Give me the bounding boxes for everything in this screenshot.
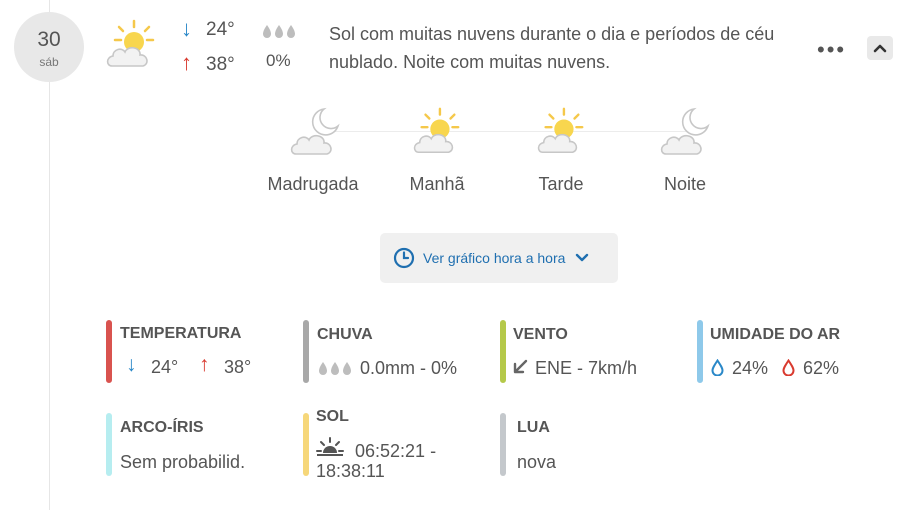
rain-title: CHUVA [317,326,373,343]
wind-title: VENTO [513,326,568,343]
period-label-madrugada: Madrugada [267,174,359,194]
sun-title: SOL [316,408,349,425]
moon-value: nova [517,452,557,472]
sun-cloud-icon [106,19,155,67]
hourly-chart-button[interactable]: Ver gráfico hora a hora [380,233,618,283]
chevron-up-icon [873,44,887,53]
humidity-min-drop-icon [711,359,724,376]
moon-cloud-icon [290,107,340,155]
arrow-up-icon: ↑ [181,50,192,75]
rain-value: 0.0mm - 0% [360,358,458,378]
wind-direction-icon [513,359,528,374]
sun-times-line2: 18:38:11 [316,461,385,481]
rainbow-title: ARCO-ÍRIS [120,419,204,436]
date-number: 30 [37,28,61,51]
temperature-max: 38° [224,357,252,377]
temperature-min: 24° [151,357,179,377]
forecast-description: Sol com muitas nuvens durante o dia e pe… [329,24,775,72]
hourly-chart-label: Ver gráfico hora a hora [423,250,566,266]
max-temp: 38° [206,54,235,75]
sun-cloud-icon [413,107,460,153]
periods-divider [330,131,690,132]
temperature-title: TEMPERATURA [120,325,242,342]
arrow-down-icon: ↓ [126,353,137,376]
sun-color-bar [303,413,309,476]
humidity-max-drop-icon [782,359,795,376]
moon-title: LUA [517,419,550,436]
rainbow-value: Sem probabilid. [120,452,246,472]
arrow-down-icon: ↓ [181,16,192,41]
more-options-icon[interactable]: ••• [817,37,846,63]
min-temp: 24° [206,19,235,40]
sun-times-line1: 06:52:21 - [355,441,437,461]
humidity-color-bar [697,320,703,383]
moon-cloud-icon [660,107,710,155]
arrow-up-icon: ↑ [199,353,210,376]
humidity-min: 24% [732,358,769,378]
raindrops-icon [263,25,295,38]
rain-probability: 0% [266,51,291,70]
period-label-tarde: Tarde [538,174,584,194]
collapse-button[interactable] [867,36,893,60]
humidity-title: UMIDADE DO AR [710,326,841,343]
wind-value: ENE - 7km/h [535,358,638,378]
date-weekday: sáb [39,55,59,69]
chevron-down-icon [576,253,589,262]
humidity-max: 62% [803,358,840,378]
rain-color-bar [303,320,309,383]
moon-color-bar [500,413,506,476]
rainbow-color-bar [106,413,112,476]
period-label-manha: Manhã [409,174,465,194]
sunrise-icon [316,437,344,456]
wind-color-bar [500,320,506,383]
sun-cloud-icon [537,107,584,153]
raindrops-icon [319,362,351,375]
period-label-noite: Noite [663,174,707,194]
clock-icon [393,247,415,269]
temperature-color-bar [106,320,112,383]
